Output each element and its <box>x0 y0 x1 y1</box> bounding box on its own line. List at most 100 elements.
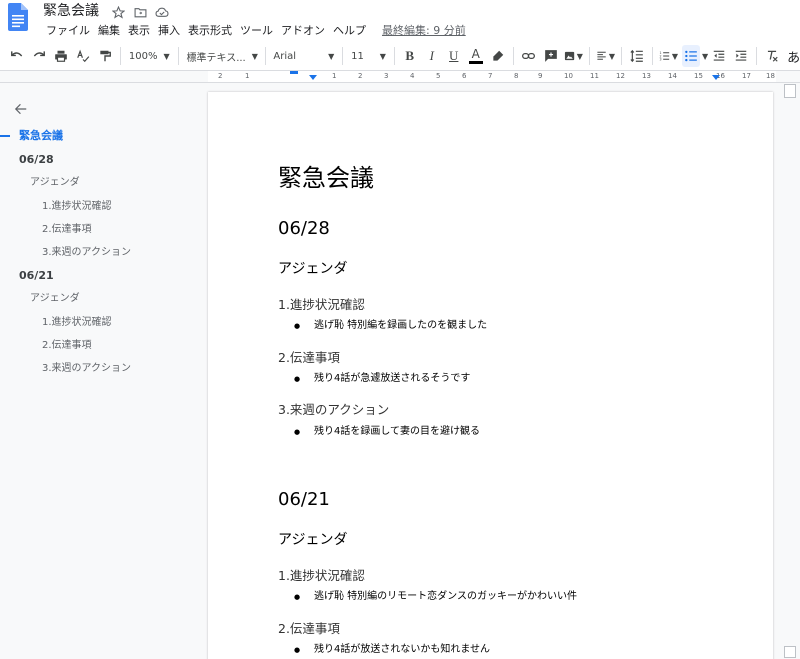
bullet-item[interactable]: 残り4話が急遽放送されるそうです <box>294 372 470 386</box>
chevron-down-icon[interactable]: ▼ <box>702 52 708 61</box>
star-icon[interactable] <box>110 4 126 20</box>
numbered-list-icon[interactable]: 123 ▼ <box>659 45 678 67</box>
outline-item-agenda[interactable]: アジェンダ <box>30 176 80 190</box>
highlight-icon[interactable] <box>489 45 507 67</box>
document-heading-title[interactable]: 緊急会議 <box>278 163 374 193</box>
print-icon[interactable] <box>52 45 70 67</box>
bullet-item[interactable]: 逃げ恥 特別編のリモート恋ダンスのガッキーがかわいい件 <box>294 590 577 604</box>
bulleted-list-icon[interactable] <box>682 45 701 67</box>
menu-view[interactable]: 表示 <box>124 23 154 39</box>
outline-item-subheading[interactable]: 1.進捗状況確認 <box>42 200 112 214</box>
menu-tools[interactable]: ツール <box>236 23 277 39</box>
clear-formatting-icon[interactable] <box>763 45 781 67</box>
menu-edit[interactable]: 編集 <box>94 23 124 39</box>
undo-icon[interactable] <box>8 45 26 67</box>
outline-item-date[interactable]: 06/28 <box>19 153 54 167</box>
bullet-text: 残り4話が急遽放送されるそうです <box>314 373 471 384</box>
font-value: Arial <box>273 50 297 62</box>
menu-insert[interactable]: 挿入 <box>154 23 184 39</box>
paint-format-icon[interactable] <box>96 45 114 67</box>
ruler-tick: 3 <box>384 72 389 80</box>
move-folder-icon[interactable] <box>132 4 148 20</box>
horizontal-ruler[interactable]: 2 1 1 2 3 4 5 6 7 8 9 10 11 12 13 14 15 … <box>0 71 800 83</box>
first-line-indent-handle[interactable] <box>290 71 298 74</box>
agenda-item-heading[interactable]: 1.進捗状況確認 <box>278 568 365 584</box>
last-edit-link[interactable]: 最終編集: 9 分前 <box>370 23 466 39</box>
toolbar-divider <box>588 47 590 65</box>
outline-item-date[interactable]: 06/21 <box>19 269 54 283</box>
bullet-text: 逃げ恥 特別編を録画したのを観ました <box>314 320 488 331</box>
agenda-item-heading[interactable]: 2.伝達事項 <box>278 621 340 637</box>
menu-file[interactable]: ファイル <box>42 23 94 39</box>
document-title[interactable]: 緊急会議 <box>43 2 99 20</box>
scroll-up-button[interactable] <box>784 84 796 98</box>
document-page[interactable]: 緊急会議 06/28 アジェンダ 1.進捗状況確認 逃げ恥 特別編を録画したのを… <box>208 92 773 659</box>
menubar: ファイル 編集 表示 挿入 表示形式 ツール アドオン ヘルプ 最終編集: 9 … <box>42 23 466 39</box>
redo-icon[interactable] <box>30 45 48 67</box>
underline-button[interactable]: U <box>445 45 463 67</box>
docs-logo-icon[interactable] <box>8 3 28 31</box>
zoom-select[interactable]: 100% ▼ <box>125 45 174 67</box>
input-method-indicator[interactable]: あ <box>787 47 800 66</box>
bullet-text: 逃げ恥 特別編のリモート恋ダンスのガッキーがかわいい件 <box>314 591 577 602</box>
italic-button[interactable]: I <box>423 45 441 67</box>
right-indent-handle[interactable] <box>712 75 720 80</box>
agenda-heading[interactable]: アジェンダ <box>278 531 347 549</box>
add-comment-icon[interactable] <box>542 45 560 67</box>
font-size-value: 11 <box>351 50 364 62</box>
bullet-text: 残り4話が放送されないかも知れません <box>314 644 491 655</box>
outline-item-subheading[interactable]: 3.来週のアクション <box>42 362 131 376</box>
align-left-icon[interactable]: ▼ <box>596 45 615 67</box>
agenda-heading[interactable]: アジェンダ <box>278 260 347 278</box>
section-date-heading[interactable]: 06/21 <box>278 489 330 511</box>
line-spacing-icon[interactable] <box>628 45 646 67</box>
outline-item-title[interactable]: 緊急会議 <box>19 129 63 143</box>
chevron-down-icon: ▼ <box>608 51 616 61</box>
menu-addons[interactable]: アドオン <box>277 23 329 39</box>
outline-item-agenda[interactable]: アジェンダ <box>30 292 80 306</box>
text-color-button[interactable]: A <box>467 45 485 67</box>
link-icon[interactable] <box>520 45 538 67</box>
toolbar-divider <box>651 47 653 65</box>
menu-help[interactable]: ヘルプ <box>329 23 370 39</box>
ruler-tick: 2 <box>218 72 223 80</box>
spellcheck-icon[interactable] <box>74 45 92 67</box>
decrease-indent-icon[interactable] <box>710 45 728 67</box>
bullet-text: 残り4話を録画して妻の目を避け観る <box>314 426 481 437</box>
outline-item-subheading[interactable]: 3.来週のアクション <box>42 246 131 260</box>
bold-button[interactable]: B <box>401 45 419 67</box>
section-date-heading[interactable]: 06/28 <box>278 218 330 240</box>
ruler-tick: 1 <box>245 72 250 80</box>
bullet-item[interactable]: 残り4話を録画して妻の目を避け観る <box>294 425 480 439</box>
vertical-scrollbar[interactable] <box>780 84 800 659</box>
outline-item-subheading[interactable]: 1.進捗状況確認 <box>42 316 112 330</box>
outline-item-subheading[interactable]: 2.伝達事項 <box>42 223 92 237</box>
cloud-status-icon[interactable] <box>154 4 170 20</box>
toolbar-divider <box>621 47 622 65</box>
explore-button[interactable] <box>784 646 796 658</box>
insert-image-icon[interactable]: ▼ <box>564 45 583 67</box>
ruler-tick: 10 <box>564 72 573 80</box>
font-select[interactable]: Arial ▼ <box>269 45 338 67</box>
outline-item-subheading[interactable]: 2.伝達事項 <box>42 339 92 353</box>
chevron-down-icon: ▼ <box>328 51 335 61</box>
ruler-tick: 13 <box>642 72 651 80</box>
bullet-item[interactable]: 逃げ恥 特別編を録画したのを観ました <box>294 319 487 333</box>
text-color-swatch <box>468 61 483 64</box>
chevron-down-icon: ▼ <box>379 51 386 61</box>
arrow-left-icon[interactable] <box>14 102 28 116</box>
agenda-item-heading[interactable]: 3.来週のアクション <box>278 402 389 418</box>
font-size-select[interactable]: 11 ▼ <box>347 45 390 67</box>
bullet-item[interactable]: 残り4話が放送されないかも知れません <box>294 643 490 657</box>
toolbar-divider <box>120 47 121 65</box>
menu-format[interactable]: 表示形式 <box>184 23 236 39</box>
ruler-tick: 8 <box>514 72 519 80</box>
agenda-item-heading[interactable]: 1.進捗状況確認 <box>278 297 365 313</box>
increase-indent-icon[interactable] <box>732 45 750 67</box>
ruler-tick: 12 <box>616 72 625 80</box>
left-indent-handle[interactable] <box>309 75 317 80</box>
ruler-tick: 14 <box>668 72 677 80</box>
agenda-item-heading[interactable]: 2.伝達事項 <box>278 350 340 366</box>
paragraph-style-select[interactable]: 標準テキス... ▼ <box>183 45 261 67</box>
ruler-tick: 5 <box>436 72 441 80</box>
